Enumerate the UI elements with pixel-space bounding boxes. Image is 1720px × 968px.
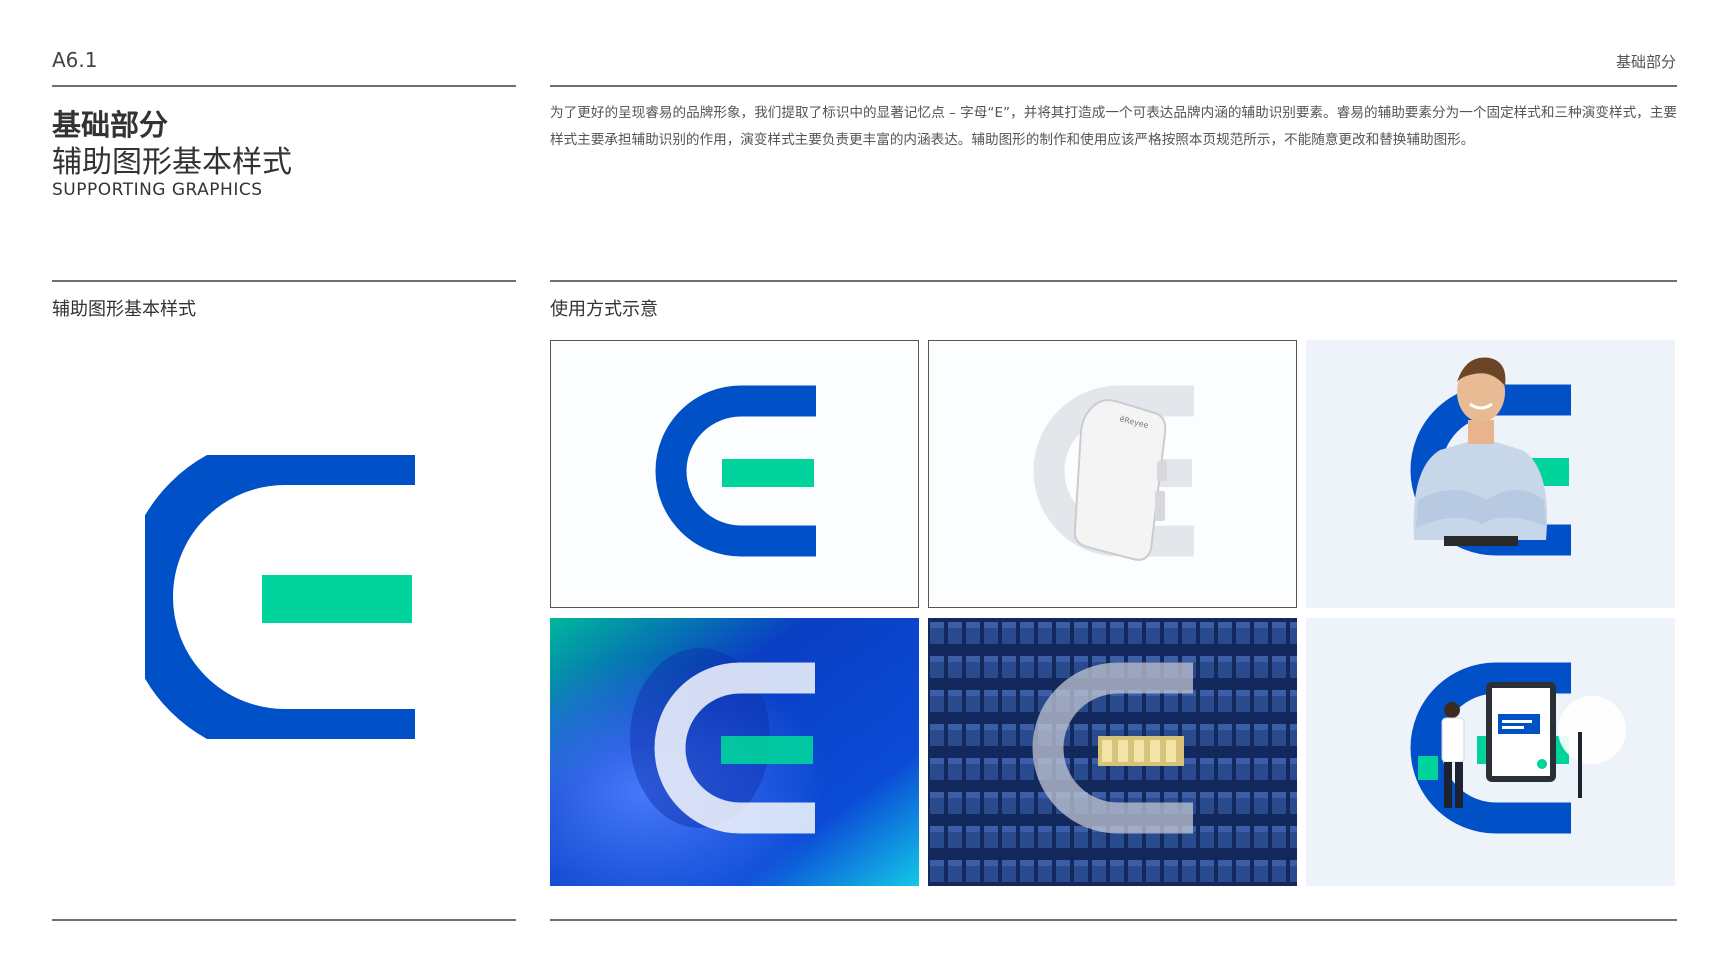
router-device-image [1073,399,1167,561]
tablet-illustration [1486,682,1556,782]
intro-paragraph: 为了更好的呈现睿易的品牌形象，我们提取了标识中的显著记忆点 – 字母“E”，并将… [550,105,1677,148]
supporting-graphic-e [145,455,415,739]
usage-panel-plain [550,340,919,608]
usage-panel-illustration [1306,618,1675,886]
bottom-rule-right [550,919,1677,921]
basic-style-label: 辅助图形基本样式 [52,299,196,320]
page-subtitle: 辅助图形基本样式 [52,145,292,180]
usage-panel-blue-photo [550,618,919,886]
usage-panel-building [928,618,1297,886]
usage-panel-device: ēReyee [928,340,1297,608]
e-bar-shape [262,575,412,623]
bottom-rule-left [52,919,516,921]
top-rule-left [52,85,516,87]
mid-rule-left [52,280,516,282]
top-rule-right [550,85,1677,87]
usage-label: 使用方式示意 [550,299,658,320]
usage-panel-person [1306,340,1675,608]
page-code: A6.1 [52,48,98,72]
page-title-english: SUPPORTING GRAPHICS [52,180,263,200]
mid-rule-right [550,280,1677,282]
section-tag: 基础部分 [1615,53,1676,71]
